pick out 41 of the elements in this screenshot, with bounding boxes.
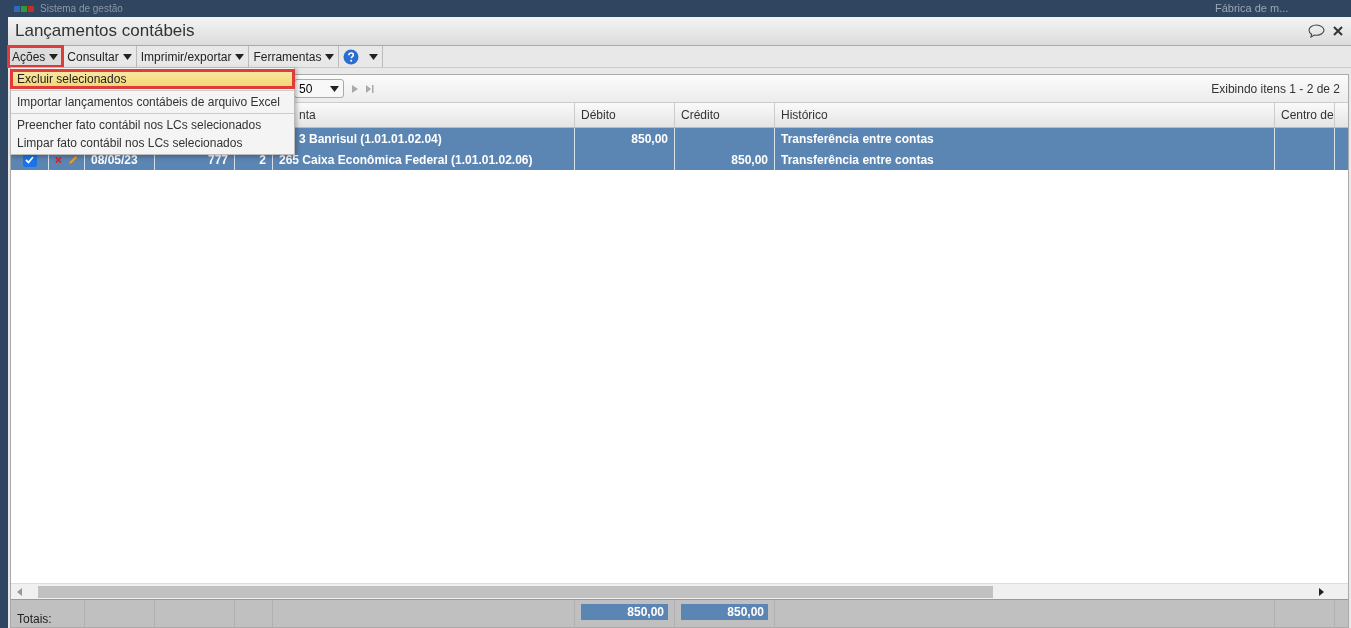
page-size-select[interactable]: 50 [294, 79, 344, 98]
caret-icon [330, 85, 339, 92]
column-header[interactable]: Centro de [1281, 108, 1334, 122]
table-cell: 850,00 [631, 131, 668, 146]
app-title: Sistema de gestão [40, 3, 123, 14]
table-cell: 265 Caixa Econômica Federal (1.01.01.02.06) [279, 152, 533, 167]
column-header[interactable]: Crédito [681, 108, 720, 122]
total-value: 850,00 [581, 604, 668, 620]
scroll-left-icon[interactable] [17, 587, 22, 596]
caret-icon [369, 53, 379, 60]
menu-item[interactable]: Excluir selecionados [11, 70, 294, 88]
menu-item[interactable]: Importar lançamentos contábeis de arquivo Excel [11, 93, 294, 111]
help-icon[interactable] [343, 48, 360, 65]
column-header[interactable]: nta [299, 108, 316, 122]
table-cell: 2 [259, 152, 266, 167]
caret-icon [235, 53, 245, 60]
company-name: Fábrica de m... [1215, 2, 1289, 14]
table-row[interactable]: 08/05/23 777 2 265 Caixa Econômica Federal (1.01.01.02.06) 850,00 Transferência entre contas [11, 149, 1348, 170]
column-header[interactable]: Histórico [781, 108, 828, 122]
total-value: 850,00 [681, 604, 768, 620]
caret-icon [325, 53, 335, 60]
column-header[interactable]: Débito [581, 108, 616, 122]
pencil-icon[interactable] [67, 153, 78, 166]
window-title: Lançamentos contábeis [15, 21, 196, 41]
toolbar-menu-button[interactable]: Ações [8, 46, 64, 67]
table-cell: 777 [207, 152, 228, 167]
table-cell: 3 Banrisul (1.01.01.02.04) [299, 131, 442, 146]
menu-item[interactable]: Limpar fato contábil nos LCs selecionados [11, 134, 294, 152]
pager-summary: Exibindo itens 1 - 2 de 2 [1211, 81, 1341, 96]
scrollbar-thumb[interactable] [38, 585, 993, 598]
caret-icon [122, 53, 132, 60]
close-icon[interactable] [1333, 26, 1343, 36]
caret-icon [49, 53, 59, 60]
chat-icon[interactable] [1308, 24, 1325, 38]
logo-icon [14, 5, 34, 12]
totals-label: Totais: [17, 612, 52, 626]
table-cell: 850,00 [731, 152, 768, 167]
table-cell: Transferência entre contas [781, 131, 934, 146]
scroll-right-icon[interactable] [1319, 587, 1324, 596]
table-cell: 08/05/23 [91, 152, 138, 167]
table-cell: Transferência entre contas [781, 152, 934, 167]
